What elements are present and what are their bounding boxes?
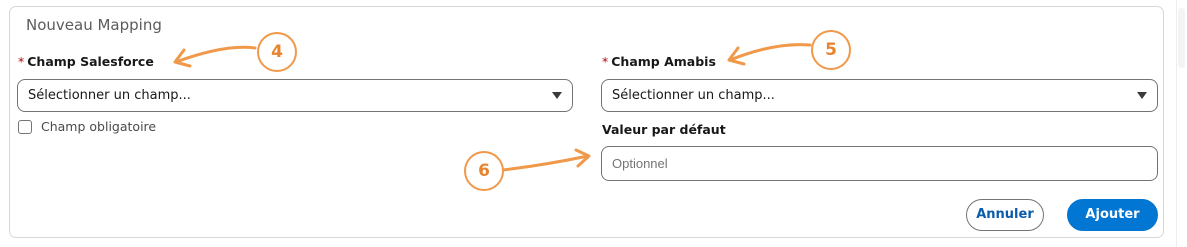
annotation-badge-6: 6 [464, 151, 504, 191]
scrollbar-thumb[interactable] [1178, 8, 1185, 68]
arrow-5-shaft [728, 43, 812, 62]
arrow-6-shaft [501, 154, 590, 172]
annotation-badge-4: 4 [257, 32, 297, 72]
annotation-arrows [173, 43, 812, 172]
annotation-badge-5: 5 [811, 30, 851, 70]
arrow-4-shaft [174, 45, 257, 64]
